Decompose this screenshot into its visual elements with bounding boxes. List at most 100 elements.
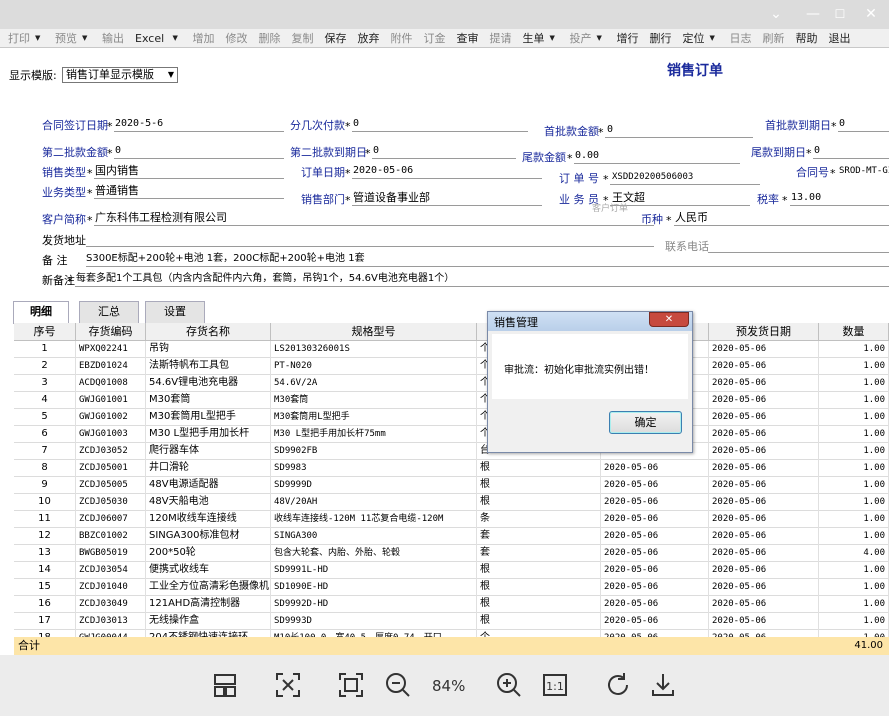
table-row[interactable]: 10 ZCDJ05030 48V天船电池 48V/20AH 根 2020-05-06 202… [14,494,889,511]
table-cell[interactable]: 10 [14,494,76,511]
table-cell[interactable]: 54.6V锂电池充电器 [146,375,271,392]
table-cell[interactable]: 4.00 [819,545,889,562]
table-cell[interactable]: SINGA300 [271,528,477,545]
toolbar-item-2[interactable]: 输出 [102,29,124,48]
biz-type-field[interactable]: 普通销售 [95,184,139,198]
table-cell[interactable]: 套 [477,545,601,562]
table-cell[interactable]: GWJG01001 [76,392,146,409]
table-cell[interactable]: 根 [477,477,601,494]
table-cell[interactable]: 便携式收线车 [146,562,271,579]
table-cell[interactable]: GWJG01002 [76,409,146,426]
table-cell[interactable]: SINGA300标准包材 [146,528,271,545]
table-cell[interactable]: 根 [477,460,601,477]
table-cell[interactable]: SD9983 [271,460,477,477]
table-cell[interactable]: 2020-05-06 [601,494,709,511]
second-due-field[interactable]: 0 [373,144,379,158]
table-cell[interactable]: 48V电源适配器 [146,477,271,494]
ok-button[interactable]: 确定 [609,411,682,434]
chevron-down-icon[interactable]: ▼ [82,29,87,48]
chevron-down-icon[interactable]: ▼ [173,29,178,48]
table-cell[interactable]: 1.00 [819,358,889,375]
toolbar-item-6[interactable]: 删除 [259,29,281,48]
rotate-icon[interactable] [603,670,633,700]
order-date-field[interactable]: 2020-05-06 [353,164,413,178]
table-row[interactable]: 14 ZCDJ03054 便携式收线车 SD9991L-HD 根 2020-05-06 20… [14,562,889,579]
table-cell[interactable]: 爬行器车体 [146,443,271,460]
table-cell[interactable]: 2020-05-06 [709,443,819,460]
column-header-2[interactable]: 存货名称 [146,323,271,341]
table-cell[interactable]: SD9991L-HD [271,562,477,579]
table-cell[interactable]: 3 [14,375,76,392]
toolbar-item-18[interactable]: 定位 [683,29,705,48]
toolbar-item-20[interactable]: 刷新 [763,29,785,48]
toolbar-item-19[interactable]: 日志 [730,29,752,48]
chevron-down-icon[interactable]: ▼ [550,29,555,48]
table-cell[interactable]: 1.00 [819,460,889,477]
toolbar-item-0[interactable]: 打印 [8,29,30,48]
table-cell[interactable]: 2020-05-06 [601,545,709,562]
table-cell[interactable]: 12 [14,528,76,545]
toolbar-item-14[interactable]: 生单 [523,29,545,48]
table-cell[interactable]: 9 [14,477,76,494]
table-cell[interactable]: 法斯特帆布工具包 [146,358,271,375]
toolbar-item-5[interactable]: 修改 [226,29,248,48]
table-row[interactable]: 11 ZCDJ06007 120M收线车连接线 收线车连接线-120M 11芯复合电缆… [14,511,889,528]
first-due-field[interactable]: 0 [839,117,845,131]
customer-field[interactable]: 广东科伟工程检测有限公司 [95,211,227,225]
table-cell[interactable]: 2020-05-06 [709,596,819,613]
table-cell[interactable]: 根 [477,562,601,579]
column-header-7[interactable]: 数量 [819,323,889,341]
tab-detail[interactable]: 明细 [13,301,69,324]
table-cell[interactable]: SD9999D [271,477,477,494]
table-cell[interactable]: 13 [14,545,76,562]
table-cell[interactable]: 5 [14,409,76,426]
table-cell[interactable]: 1.00 [819,562,889,579]
tab-summary[interactable]: 汇总 [79,301,139,323]
table-cell[interactable]: M30套筒用L型把手 [271,409,477,426]
table-cell[interactable]: M30套筒 [146,392,271,409]
table-row[interactable]: 16 ZCDJ03049 121AHD高清控制器 SD9992D-HD 根 2020-05… [14,596,889,613]
table-cell[interactable]: 1 [14,341,76,358]
table-cell[interactable]: 2020-05-06 [709,545,819,562]
tail-due-field[interactable]: 0 [814,144,820,158]
toolbar-item-1[interactable]: 预览 [55,29,77,48]
table-row[interactable]: 1WPXQ02241吊钩LS20130326001S个2020-05-06202… [14,341,889,358]
table-cell[interactable]: 2020-05-06 [601,579,709,596]
table-cell[interactable]: 2020-05-06 [601,477,709,494]
table-cell[interactable]: 1.00 [819,341,889,358]
table-row[interactable]: 4GWJG01001M30套筒M30套筒个2020-05-062020-05-0… [14,392,889,409]
table-cell[interactable]: ZCDJ03049 [76,596,146,613]
table-cell[interactable]: 2020-05-06 [601,528,709,545]
table-cell[interactable]: M30套筒用L型把手 [146,409,271,426]
table-cell[interactable]: 4 [14,392,76,409]
table-cell[interactable]: 16 [14,596,76,613]
toolbar-item-9[interactable]: 放弃 [358,29,380,48]
table-cell[interactable]: 根 [477,596,601,613]
table-cell[interactable]: 套 [477,528,601,545]
fullscreen-icon[interactable] [336,670,366,700]
table-cell[interactable]: M30套筒 [271,392,477,409]
toolbar-item-15[interactable]: 投产 [570,29,592,48]
chevron-down-icon[interactable]: ▼ [35,29,40,48]
table-row[interactable]: 8 ZCDJ05001 井口滑轮 SD9983 根 2020-05-06 2020-05-0… [14,460,889,477]
table-cell[interactable]: 1.00 [819,477,889,494]
table-cell[interactable]: 2020-05-06 [601,511,709,528]
table-cell[interactable]: GWJG01003 [76,426,146,443]
table-cell[interactable]: 1.00 [819,528,889,545]
table-cell[interactable]: ZCDJ03013 [76,613,146,630]
table-cell[interactable]: 1.00 [819,613,889,630]
column-header-6[interactable]: 预发货日期 [709,323,819,341]
table-cell[interactable]: 121AHD高清控制器 [146,596,271,613]
table-cell[interactable]: 11 [14,511,76,528]
table-cell[interactable]: 1.00 [819,494,889,511]
second-amount-field[interactable]: 0 [115,144,121,158]
column-header-0[interactable]: 序号 [14,323,76,341]
table-cell[interactable]: EBZD01024 [76,358,146,375]
table-cell[interactable]: 7 [14,443,76,460]
tail-amount-field[interactable]: 0.00 [575,149,599,163]
toolbar-item-17[interactable]: 删行 [650,29,672,48]
table-cell[interactable]: SD9902FB [271,443,477,460]
order-no-field[interactable]: XSDD20200506003 [612,170,693,184]
table-cell[interactable]: 井口滑轮 [146,460,271,477]
table-cell[interactable]: M30 L型把手用加长杆75mm [271,426,477,443]
